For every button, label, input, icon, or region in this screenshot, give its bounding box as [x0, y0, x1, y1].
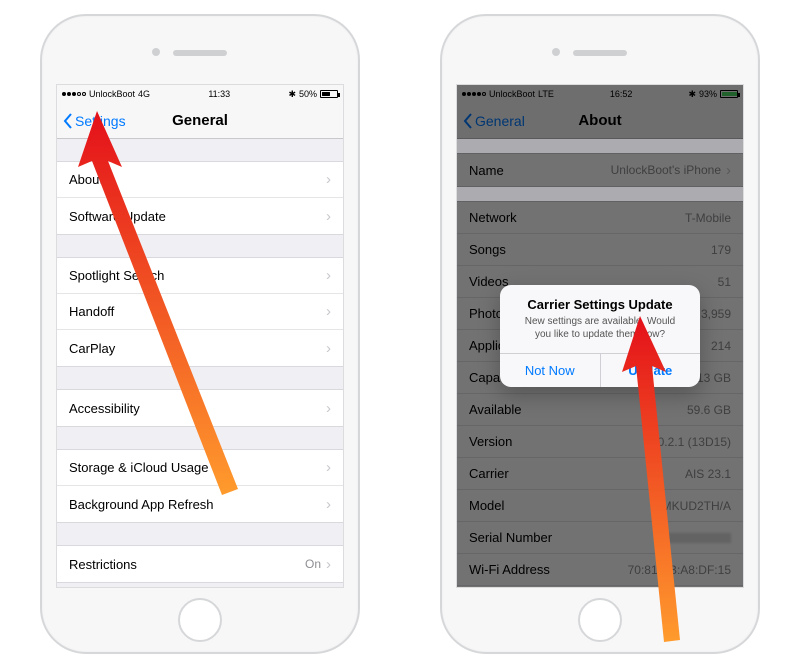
chevron-right-icon: › — [326, 496, 331, 513]
not-now-button[interactable]: Not Now — [500, 354, 600, 387]
screen-about: UnlockBoot LTE 16:52 ✱ 93% General — [456, 84, 744, 588]
row-background-app-refresh[interactable]: Background App Refresh › — [57, 486, 343, 522]
row-restrictions[interactable]: Restrictions On › — [57, 546, 343, 582]
row-handoff[interactable]: Handoff › — [57, 294, 343, 330]
nav-bar: Settings General — [57, 103, 343, 139]
row-label: About — [69, 172, 103, 187]
row-label: CarPlay — [69, 341, 115, 356]
row-label: Software Update — [69, 209, 166, 224]
front-camera — [552, 48, 560, 56]
modal-title: Carrier Settings Update — [500, 285, 700, 315]
nav-title: General — [172, 112, 228, 129]
battery-pct: 50% — [299, 89, 317, 99]
chevron-right-icon: › — [326, 267, 331, 284]
row-about[interactable]: About › — [57, 162, 343, 198]
clock-label: 11:33 — [208, 89, 230, 99]
network-label: 4G — [138, 89, 150, 99]
chevron-right-icon: › — [326, 556, 331, 573]
row-value: On — [305, 557, 321, 571]
status-bar: UnlockBoot 4G 11:33 ✱ 50% — [57, 85, 343, 103]
chevron-right-icon: › — [326, 459, 331, 476]
row-label: Accessibility — [69, 401, 140, 416]
row-label: Storage & iCloud Usage — [69, 460, 208, 475]
front-camera — [152, 48, 160, 56]
chevron-right-icon: › — [326, 171, 331, 188]
row-label: Background App Refresh — [69, 497, 214, 512]
phone-general: UnlockBoot 4G 11:33 ✱ 50% Settings Gener… — [40, 14, 360, 654]
back-button[interactable]: Settings — [63, 113, 126, 129]
row-storage-icloud[interactable]: Storage & iCloud Usage › — [57, 450, 343, 486]
row-software-update[interactable]: Software Update › — [57, 198, 343, 234]
row-label: Spotlight Search — [69, 268, 164, 283]
row-label: Handoff — [69, 304, 114, 319]
row-spotlight-search[interactable]: Spotlight Search › — [57, 258, 343, 294]
home-button[interactable] — [578, 598, 622, 642]
chevron-right-icon: › — [326, 303, 331, 320]
speaker — [573, 50, 627, 56]
chevron-left-icon — [63, 113, 73, 129]
row-label: Restrictions — [69, 557, 137, 572]
general-list[interactable]: About › Software Update › Spotlight Sear… — [57, 161, 343, 583]
battery-icon — [320, 90, 338, 98]
modal-backdrop: Carrier Settings Update New settings are… — [457, 85, 743, 587]
carrier-settings-modal: Carrier Settings Update New settings are… — [500, 285, 700, 387]
bluetooth-icon: ✱ — [288, 89, 296, 100]
speaker — [173, 50, 227, 56]
chevron-right-icon: › — [326, 208, 331, 225]
screen-general: UnlockBoot 4G 11:33 ✱ 50% Settings Gener… — [56, 84, 344, 588]
signal-dots-icon — [62, 92, 86, 96]
phone-about: UnlockBoot LTE 16:52 ✱ 93% General — [440, 14, 760, 654]
row-accessibility[interactable]: Accessibility › — [57, 390, 343, 426]
back-label: Settings — [75, 113, 126, 129]
chevron-right-icon: › — [326, 400, 331, 417]
update-button[interactable]: Update — [600, 354, 701, 387]
chevron-right-icon: › — [326, 340, 331, 357]
carrier-label: UnlockBoot — [89, 89, 135, 99]
home-button[interactable] — [178, 598, 222, 642]
row-carplay[interactable]: CarPlay › — [57, 330, 343, 366]
modal-message: New settings are available. Would you li… — [500, 315, 700, 353]
